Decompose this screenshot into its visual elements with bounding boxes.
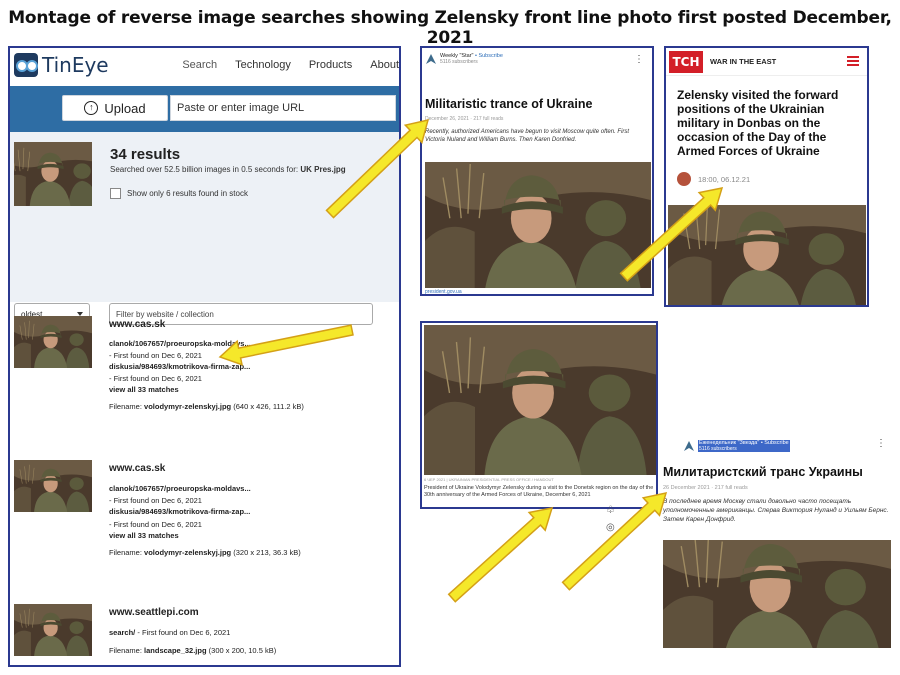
upload-button[interactable]: ↑ Upload xyxy=(62,95,168,121)
tineye-nav-links: Search Technology Products About xyxy=(182,59,399,71)
result-link[interactable]: diskusia/984693/kmotrikova-firma-zap... xyxy=(109,362,250,371)
view-all-matches-link[interactable]: view all 33 matches xyxy=(109,385,179,394)
montage-title: Montage of reverse image searches showin… xyxy=(8,8,892,48)
filename-size: (320 x 213, 36.3 kB) xyxy=(233,548,301,557)
result-thumbnail[interactable] xyxy=(14,604,92,656)
result-domain[interactable]: www.cas.sk xyxy=(109,319,165,330)
searched-text: Searched over 52.5 billion images in 0.5… xyxy=(110,165,299,174)
tch-photo xyxy=(668,205,866,305)
searched-info: Searched over 52.5 billion images in 0.5… xyxy=(110,165,346,174)
filename-size: (300 x 200, 10.5 kB) xyxy=(208,646,277,655)
captioned-photo-card: 6 ЧЕР 2021 | UKRAINIAN PRESIDENTIAL PRES… xyxy=(420,321,658,509)
result-thumbnail[interactable] xyxy=(14,316,92,368)
weekly-star-english-card: Weekly "Star" • Subscribe 5116 subscribe… xyxy=(420,46,654,296)
query-image-thumbnail xyxy=(14,142,92,206)
tineye-logo-text: TinEye xyxy=(42,53,109,77)
subscriber-count: 5116 subscribers xyxy=(698,446,790,452)
tch-section-label[interactable]: WAR IN THE EAST xyxy=(710,57,776,66)
subscriber-count: 5116 subscribers xyxy=(440,59,478,65)
result-first-found: - First found on Dec 6, 2021 xyxy=(137,628,231,637)
more-options-icon[interactable]: ⋮ xyxy=(634,54,644,65)
nav-about[interactable]: About xyxy=(370,59,399,71)
article-meta: 26 December 2021 · 217 full reads xyxy=(663,485,748,491)
image-url-input[interactable]: Paste or enter image URL xyxy=(170,95,396,121)
article-headline: Милитаристский транс Украины xyxy=(663,465,863,479)
tineye-logo[interactable]: TinEye xyxy=(14,53,109,77)
article-lead: В последнее время Москву стали довольно … xyxy=(663,498,889,523)
subscribe-link[interactable]: • Subscribe xyxy=(475,53,503,59)
tineye-logo-icon xyxy=(14,53,38,77)
captioned-photo xyxy=(424,325,656,475)
publisher-logo-icon xyxy=(684,441,694,451)
article-meta: December 26, 2021 · 217 full reads xyxy=(425,116,504,122)
article-lead: Recently, authorized Americans have begu… xyxy=(425,129,630,143)
tineye-panel: TinEye Search Technology Products About … xyxy=(8,46,401,667)
nav-search[interactable]: Search xyxy=(182,59,217,71)
tch-header: ТСН WAR IN THE EAST xyxy=(666,48,867,76)
thumbs-icon[interactable]: ♧ xyxy=(606,505,615,516)
article-photo xyxy=(425,162,651,288)
author-avatar xyxy=(677,172,691,186)
searched-file: UK Pres.jpg xyxy=(300,165,346,174)
tch-logo[interactable]: ТСН xyxy=(669,51,703,73)
result-filename: Filename: volodymyr-zelenskyj.jpg (640 x… xyxy=(109,402,304,411)
filename-value[interactable]: volodymyr-zelenskyj.jpg xyxy=(144,402,231,411)
result-link[interactable]: clanok/1067657/proeuropska-moldavs... xyxy=(109,339,251,348)
hamburger-menu-icon[interactable] xyxy=(847,56,859,66)
subscribe-link[interactable]: • Subscribe xyxy=(761,440,789,446)
result-domain[interactable]: www.cas.sk xyxy=(109,463,165,474)
publisher-row: Weekly "Star" • Subscribe 5116 subscribe… xyxy=(426,53,503,65)
result-first-found: - First found on Dec 6, 2021 xyxy=(109,520,202,529)
result-first-found: - First found on Dec 6, 2021 xyxy=(109,374,202,383)
photo-credit[interactable]: president.gov.ua xyxy=(425,289,462,294)
result-item: www.seattlepi.com search/ - First found … xyxy=(10,604,399,664)
query-summary: 34 results Searched over 52.5 billion im… xyxy=(10,132,399,302)
result-link[interactable]: diskusia/984693/kmotrikova-firma-zap... xyxy=(109,507,250,516)
result-thumbnail[interactable] xyxy=(14,460,92,512)
filename-value[interactable]: landscape_32.jpg xyxy=(144,646,207,655)
result-first-found: - First found on Dec 6, 2021 xyxy=(109,351,202,360)
filename-label: Filename: xyxy=(109,402,142,411)
tch-timestamp: 18:00, 06.12.21 xyxy=(698,175,751,184)
filename-size: (640 x 426, 111.2 kB) xyxy=(233,402,304,411)
tineye-search-bar: ↑ Upload Paste or enter image URL xyxy=(10,86,399,132)
result-link-row: search/ - First found on Dec 6, 2021 xyxy=(109,628,230,637)
more-options-icon[interactable]: ⋮ xyxy=(876,438,886,449)
tch-article-card: ТСН WAR IN THE EAST Zelensky visited the… xyxy=(664,46,869,307)
result-link[interactable]: clanok/1067657/proeuropska-moldavs... xyxy=(109,484,251,493)
result-first-found: - First found on Dec 6, 2021 xyxy=(109,496,202,505)
photo-source-line: 6 ЧЕР 2021 | UKRAINIAN PRESIDENTIAL PRES… xyxy=(424,477,554,482)
result-filename: Filename: volodymyr-zelenskyj.jpg (320 x… xyxy=(109,548,301,557)
result-item: www.cas.sk clanok/1067657/proeuropska-mo… xyxy=(10,460,399,570)
publisher-logo-icon xyxy=(426,54,436,64)
tineye-navbar: TinEye Search Technology Products About xyxy=(10,48,399,86)
nav-technology[interactable]: Technology xyxy=(235,59,291,71)
article-headline: Militaristic trance of Ukraine xyxy=(425,97,593,111)
result-link[interactable]: search/ xyxy=(109,628,135,637)
article-photo xyxy=(663,540,891,648)
arrow-to-caption-date xyxy=(447,507,554,603)
filename-value[interactable]: volodymyr-zelenskyj.jpg xyxy=(144,548,231,557)
filename-label: Filename: xyxy=(109,646,142,655)
result-domain[interactable]: www.seattlepi.com xyxy=(109,607,199,618)
weekly-star-russian-card: Еженедельник "Звезда" • Subscribe 5116 s… xyxy=(662,436,892,656)
filename-label: Filename: xyxy=(109,548,142,557)
stock-label: Show only 6 results found in stock xyxy=(127,189,248,198)
publisher-row: Еженедельник "Звезда" • Subscribe 5116 s… xyxy=(684,440,790,452)
results-count: 34 results xyxy=(110,146,181,163)
upload-label: Upload xyxy=(104,100,146,116)
upload-arrow-icon: ↑ xyxy=(84,101,99,115)
view-all-matches-link[interactable]: view all 33 matches xyxy=(109,531,179,540)
tch-headline: Zelensky visited the forward positions o… xyxy=(677,88,839,158)
stock-checkbox[interactable] xyxy=(110,188,121,199)
nav-products[interactable]: Products xyxy=(309,59,352,71)
photo-caption: President of Ukraine Volodymyr Zelensky … xyxy=(424,485,654,498)
result-item: www.cas.sk clanok/1067657/proeuropska-mo… xyxy=(10,316,399,426)
result-filename: Filename: landscape_32.jpg (300 x 200, 1… xyxy=(109,646,276,655)
comment-icon[interactable]: ◎ xyxy=(606,522,615,533)
stock-filter[interactable]: Show only 6 results found in stock xyxy=(110,188,248,199)
